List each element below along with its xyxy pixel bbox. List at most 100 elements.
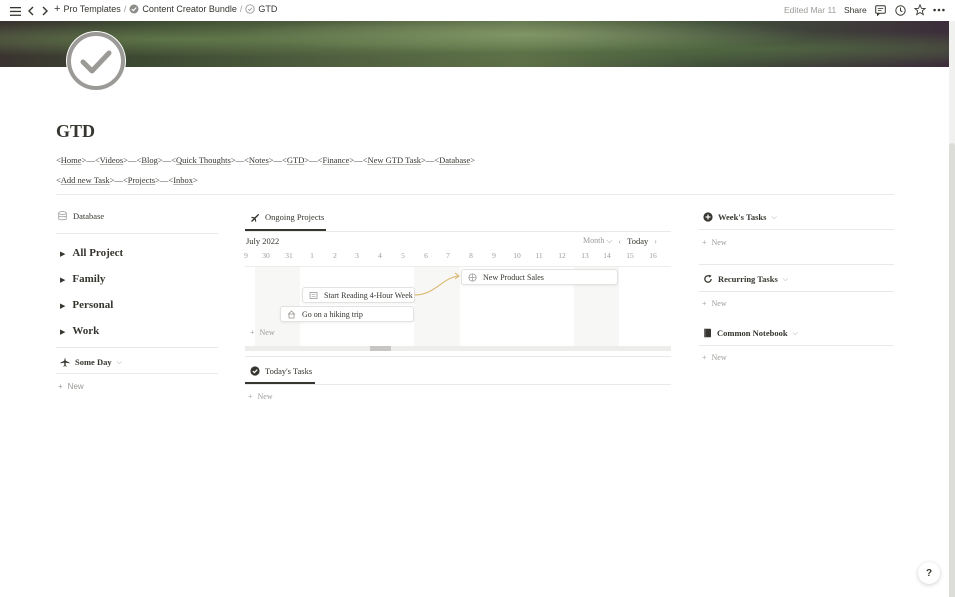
chevron-down-icon: ⌵ (606, 236, 613, 245)
page-scrollbar[interactable] (949, 21, 955, 597)
comment-icon[interactable] (873, 3, 887, 17)
day-label: 31 (285, 251, 293, 260)
forward-arrow-icon[interactable] (38, 4, 52, 18)
airplane-icon (60, 357, 70, 367)
chevron-down-icon[interactable]: ⌵ (117, 358, 122, 367)
day-label: 5 (401, 251, 405, 260)
toggle-all-project[interactable]: ▶ All Project (60, 247, 123, 259)
timeline-card-hiking-trip[interactable]: Go on a hiking trip (280, 306, 414, 322)
today-button[interactable]: Today (627, 236, 648, 246)
day-label: 4 (378, 251, 382, 260)
common-notebook-header[interactable]: Common Notebook ⌵ (703, 328, 798, 338)
day-label: 12 (558, 251, 566, 260)
day-label: 13 (581, 251, 589, 260)
divider (245, 384, 671, 385)
triangle-right-icon[interactable]: ▶ (60, 327, 65, 336)
link-home[interactable]: Home (61, 155, 82, 165)
weeks-tasks-new-button[interactable]: + New (702, 238, 727, 247)
triangle-right-icon[interactable]: ▶ (60, 275, 65, 284)
timeline-controls: Month ⌵ ‹ Today › (583, 236, 657, 246)
toggle-work[interactable]: ▶ Work (60, 325, 99, 337)
page-scrollbar-thumb[interactable] (949, 143, 955, 597)
some-day-header[interactable]: Some Day ⌵ (60, 357, 122, 367)
page-title[interactable]: GTD (56, 121, 95, 142)
link-blog[interactable]: Blog (141, 155, 158, 165)
chevron-left-icon[interactable]: ‹ (618, 237, 621, 246)
check-circle-icon (67, 32, 125, 90)
tab-ongoing-projects[interactable]: Ongoing Projects (250, 212, 324, 222)
notebook-icon (704, 328, 711, 338)
check-circle-icon (250, 366, 260, 376)
link-new-gtd-task[interactable]: New GTD Task (367, 155, 421, 165)
weeks-tasks-header[interactable]: Week's Tasks ⌵ (703, 212, 777, 222)
chevron-down-icon[interactable]: ⌵ (783, 275, 788, 284)
toggle-personal[interactable]: ▶ Personal (60, 299, 113, 311)
plus-icon: + (702, 299, 707, 308)
share-button[interactable]: Share (844, 5, 867, 15)
link-inbox[interactable]: Inbox (173, 175, 193, 185)
link-database[interactable]: Database (439, 155, 470, 165)
common-notebook-new-button[interactable]: + New (702, 353, 727, 362)
tab-todays-tasks[interactable]: Today's Tasks (250, 366, 312, 376)
someday-new-button[interactable]: + New (58, 382, 84, 391)
recurring-tasks-new-button[interactable]: + New (702, 299, 727, 308)
more-icon[interactable] (932, 3, 946, 17)
airplane-icon (251, 214, 259, 222)
day-label: 6 (424, 251, 428, 260)
divider (699, 345, 894, 346)
house-icon (287, 309, 296, 318)
edited-timestamp: Edited Mar 11 (784, 5, 837, 15)
timeline-card-new-product-sales[interactable]: New Product Sales (461, 269, 618, 285)
nav-links-line-1: <Home>—<Videos>—<Blog>—<Quick Thoughts>—… (56, 155, 476, 165)
chevron-down-icon[interactable]: ⌵ (793, 329, 798, 338)
day-label: 11 (535, 251, 543, 260)
star-icon[interactable] (913, 3, 927, 17)
day-label: 14 (603, 251, 611, 260)
link-quick-thoughts[interactable]: Quick Thoughts (176, 155, 231, 165)
cover-image[interactable] (0, 21, 949, 67)
link-gtd[interactable]: GTD (287, 155, 304, 165)
chevron-right-icon[interactable]: › (654, 237, 657, 246)
link-videos[interactable]: Videos (100, 155, 124, 165)
back-arrow-icon[interactable] (24, 4, 38, 18)
recurring-tasks-header[interactable]: Recurring Tasks ⌵ (703, 274, 788, 284)
timeline-view-select[interactable]: Month ⌵ (583, 236, 612, 246)
sparkle-icon (468, 273, 477, 281)
todays-tasks-new-button[interactable]: + New (248, 392, 273, 401)
link-notes[interactable]: Notes (249, 155, 269, 165)
timeline-scrollbar[interactable] (245, 346, 671, 351)
link-add-new-task[interactable]: Add new Task (61, 175, 110, 185)
plus-icon: + (54, 3, 61, 15)
divider (699, 229, 894, 230)
chevron-down-icon[interactable]: ⌵ (771, 213, 776, 222)
triangle-right-icon[interactable]: ▶ (60, 249, 65, 258)
link-projects[interactable]: Projects (128, 175, 155, 185)
menu-icon[interactable] (8, 4, 22, 18)
day-label: 30 (262, 251, 270, 260)
clock-icon[interactable] (893, 3, 907, 17)
day-label: 10 (513, 251, 521, 260)
link-finance[interactable]: Finance (322, 155, 349, 165)
timeline-month: July 2022 (246, 236, 280, 246)
timeline-new-button[interactable]: + New (250, 328, 275, 337)
breadcrumb-pro-templates[interactable]: + Pro Templates (54, 3, 121, 15)
day-label: 2 (333, 251, 337, 260)
day-label: 9 (244, 251, 248, 260)
triangle-right-icon[interactable]: ▶ (60, 301, 65, 310)
breadcrumb-separator: / (239, 4, 243, 14)
timeline-scrollbar-thumb[interactable] (370, 346, 391, 351)
day-label: 15 (626, 251, 634, 260)
day-label: 7 (446, 251, 450, 260)
top-bar: + Pro Templates / Content Creator Bundle… (0, 0, 955, 21)
toggle-family[interactable]: ▶ Family (60, 273, 105, 285)
database-link[interactable]: Database (58, 211, 104, 221)
page-icon[interactable] (66, 31, 126, 91)
timeline-card-start-reading[interactable]: Start Reading 4-Hour Week (302, 287, 415, 303)
breadcrumb: + Pro Templates / Content Creator Bundle… (54, 3, 277, 15)
divider (699, 291, 894, 292)
timeline-grid[interactable]: New Product Sales Start Reading 4-Hour W… (245, 266, 671, 346)
divider (56, 194, 894, 195)
breadcrumb-content-creator-bundle[interactable]: Content Creator Bundle (129, 4, 237, 14)
breadcrumb-gtd[interactable]: GTD (245, 4, 277, 14)
help-button[interactable]: ? (918, 562, 940, 584)
